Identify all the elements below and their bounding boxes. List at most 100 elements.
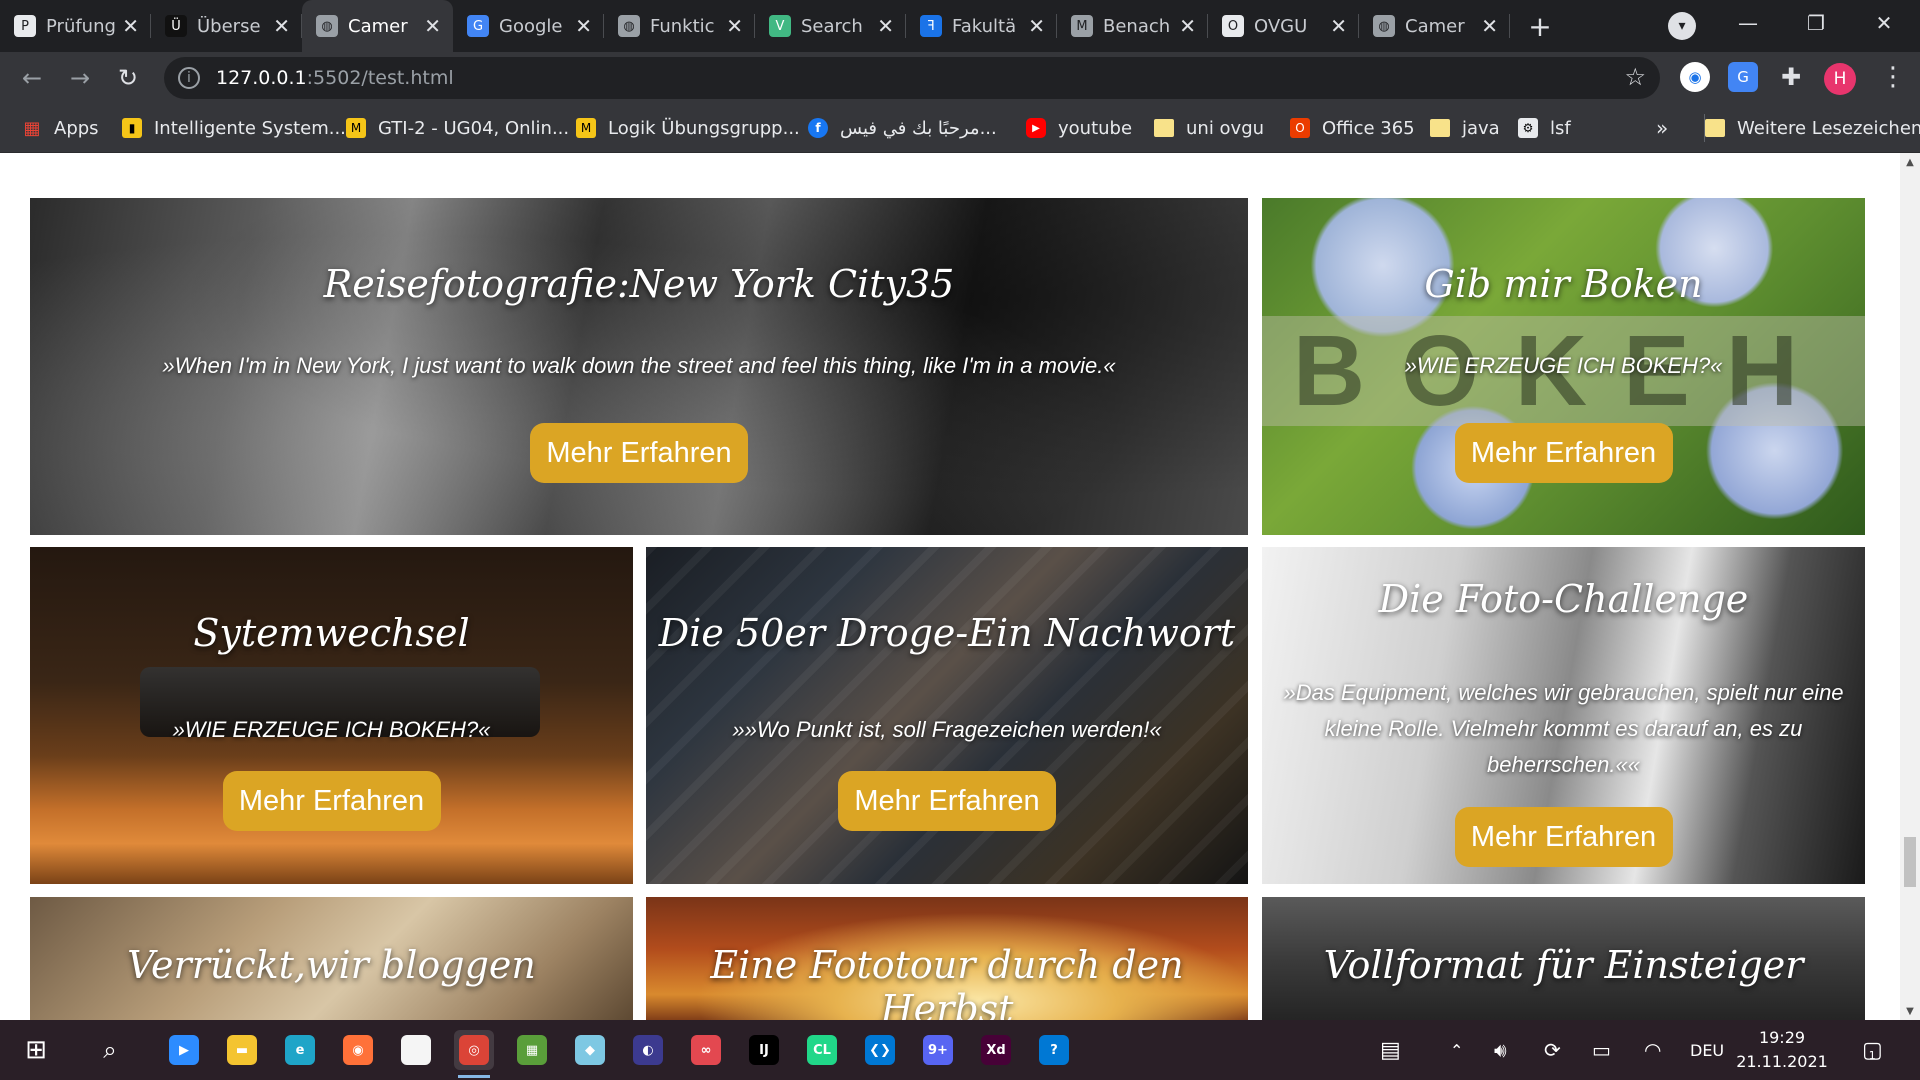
- bookmark-office365[interactable]: O Office 365: [1290, 114, 1415, 142]
- file-explorer-icon[interactable]: ▬: [222, 1030, 262, 1070]
- input-language[interactable]: DEU: [1690, 1020, 1724, 1080]
- mehr-erfahren-button[interactable]: Mehr Erfahren: [1454, 807, 1673, 867]
- clion-icon[interactable]: CL: [802, 1030, 842, 1070]
- extensions-puzzle-icon[interactable]: ✚: [1776, 62, 1806, 92]
- tab-search-button[interactable]: ▾: [1668, 12, 1696, 40]
- discord-icon[interactable]: 9+: [918, 1030, 958, 1070]
- scroll-up-arrow-icon[interactable]: ▲: [1900, 153, 1920, 171]
- back-button[interactable]: ←: [14, 60, 50, 96]
- card-title: Sytemwechsel: [193, 611, 470, 655]
- close-tab-icon[interactable]: ✕: [877, 14, 894, 38]
- bookmark-gti2[interactable]: M GTI-2 - UG04, Onlin...: [346, 114, 569, 142]
- bookmark-intelligente-systeme[interactable]: ▮ Intelligente System...: [122, 114, 346, 142]
- bookmark-apps[interactable]: ▦ Apps: [22, 114, 98, 142]
- browser-tab[interactable]: M Benach ✕: [1057, 0, 1208, 52]
- app-glyph: Xd: [981, 1035, 1011, 1065]
- profile-avatar[interactable]: H: [1824, 63, 1856, 95]
- bookmark-logik[interactable]: M Logik Übungsgrupp...: [576, 114, 800, 142]
- eclipse-icon[interactable]: ◐: [628, 1030, 668, 1070]
- vscode-icon[interactable]: ❮❯: [860, 1030, 900, 1070]
- close-tab-icon[interactable]: ✕: [726, 14, 743, 38]
- bookmark-lsf[interactable]: ⚙ lsf: [1518, 114, 1571, 142]
- zoom-icon[interactable]: ▶: [164, 1030, 204, 1070]
- close-tab-icon[interactable]: ✕: [1028, 14, 1045, 38]
- windows-start-icon[interactable]: ⊞: [16, 1030, 56, 1070]
- browser-tab[interactable]: V Search ✕: [755, 0, 906, 52]
- forward-button[interactable]: →: [62, 60, 98, 96]
- minecraft-icon[interactable]: ▦: [512, 1030, 552, 1070]
- active-app-indicator: [458, 1075, 490, 1078]
- card-title: Die 50er Droge-Ein Nachwort: [658, 611, 1236, 655]
- sync-icon[interactable]: ⟳: [1544, 1020, 1561, 1080]
- google-translate-extension-icon[interactable]: G: [1728, 62, 1758, 92]
- ovgu-icon: O: [1222, 15, 1244, 37]
- tab-list: P Prüfung ✕ Ü Überse ✕ ◍ Camer ✕ G Google ✕ ◍ Funktic…: [0, 0, 1510, 52]
- help-icon[interactable]: ?: [1034, 1030, 1074, 1070]
- news-widget-icon[interactable]: ▤: [1380, 1020, 1401, 1080]
- folder-icon: [1430, 119, 1450, 137]
- bookmark-facebook[interactable]: f مرحبًا بك في فيس...: [808, 114, 997, 142]
- tab-title: Funktic: [650, 15, 715, 37]
- extension-circle-icon[interactable]: ◉: [1680, 62, 1710, 92]
- browser-tab[interactable]: ◍ Funktic ✕: [604, 0, 755, 52]
- intellij-icon[interactable]: IJ: [744, 1030, 784, 1070]
- close-tab-icon[interactable]: ✕: [424, 14, 441, 38]
- firefox-icon[interactable]: ◉: [338, 1030, 378, 1070]
- close-tab-icon[interactable]: ✕: [575, 14, 592, 38]
- close-tab-icon[interactable]: ✕: [273, 14, 290, 38]
- mehr-erfahren-button[interactable]: Mehr Erfahren: [222, 771, 441, 831]
- browser-tab[interactable]: ꟻ Fakultä ✕: [906, 0, 1057, 52]
- new-tab-button[interactable]: +: [1520, 6, 1560, 46]
- cube-app-icon[interactable]: ◆: [570, 1030, 610, 1070]
- close-tab-icon[interactable]: ✕: [1481, 14, 1498, 38]
- browser-tab[interactable]: O OVGU ✕: [1208, 0, 1359, 52]
- close-tab-icon[interactable]: ✕: [122, 14, 139, 38]
- url-text[interactable]: 127.0.0.1:5502/test.html: [216, 67, 454, 89]
- close-tab-icon[interactable]: ✕: [1179, 14, 1196, 38]
- moodle-icon: M: [1071, 15, 1093, 37]
- mehr-erfahren-button[interactable]: Mehr Erfahren: [1454, 423, 1673, 483]
- browser-tab[interactable]: ◍ Camer ✕: [302, 0, 453, 52]
- show-hidden-icons[interactable]: ⌃: [1450, 1020, 1463, 1080]
- bookmark-youtube[interactable]: ▶ youtube: [1026, 114, 1132, 142]
- wifi-icon[interactable]: ◠: [1644, 1020, 1661, 1080]
- bookmark-folder-other[interactable]: Weitere Lesezeichen: [1704, 114, 1920, 142]
- bookmark-star-icon[interactable]: ☆: [1624, 63, 1646, 91]
- notepad-icon[interactable]: [396, 1030, 436, 1070]
- bookmark-folder-java[interactable]: java: [1430, 114, 1500, 142]
- scroll-down-arrow-icon[interactable]: ▼: [1900, 1002, 1920, 1020]
- bookmark-folder-uni-ovgu[interactable]: uni ovgu: [1154, 114, 1264, 142]
- facebook-icon: f: [808, 118, 828, 138]
- windows-taskbar: ⊞ ⌕ ▶ ▬ e ◉ ◎ ▦ ◆ ◐ ∞ IJ CL ❮❯ 9+ Xd? ▤ ⌃ 🔊︎ ⟳ ▭ ◠ DE…: [0, 1020, 1920, 1080]
- bookmark-label: uni ovgu: [1186, 117, 1265, 139]
- browser-tab[interactable]: P Prüfung ✕: [0, 0, 151, 52]
- folder-icon: [1705, 119, 1725, 137]
- address-bar[interactable]: i 127.0.0.1:5502/test.html ☆: [164, 57, 1660, 99]
- mehr-erfahren-button[interactable]: Mehr Erfahren: [530, 423, 748, 483]
- creative-cloud-icon[interactable]: ∞: [686, 1030, 726, 1070]
- adobe-xd-icon[interactable]: Xd: [976, 1030, 1016, 1070]
- card-title: Reisefotografie:New York City35: [323, 262, 955, 306]
- more-bookmarks-button[interactable]: »: [1656, 114, 1668, 142]
- system-clock[interactable]: 19:29 21.11.2021: [1732, 1026, 1832, 1074]
- battery-icon[interactable]: ▭: [1592, 1020, 1611, 1080]
- search-icon[interactable]: ⌕: [90, 1030, 130, 1070]
- browser-tab[interactable]: G Google ✕: [453, 0, 604, 52]
- site-info-icon[interactable]: i: [178, 67, 200, 89]
- browser-menu-icon[interactable]: ⋮: [1880, 62, 1906, 92]
- app-glyph: ▶: [169, 1035, 199, 1065]
- minimize-button[interactable]: —: [1714, 0, 1782, 46]
- window-close-button[interactable]: ✕: [1850, 0, 1918, 46]
- close-tab-icon[interactable]: ✕: [1330, 14, 1347, 38]
- edge-icon[interactable]: e: [280, 1030, 320, 1070]
- browser-tab[interactable]: Ü Überse ✕: [151, 0, 302, 52]
- volume-icon[interactable]: 🔊︎: [1494, 1020, 1507, 1080]
- scrollbar-thumb[interactable]: [1904, 837, 1916, 887]
- browser-tab[interactable]: ◍ Camer ✕: [1359, 0, 1510, 52]
- reload-button[interactable]: ↻: [110, 60, 146, 96]
- notifications-icon[interactable]: ▢ 1: [1862, 1020, 1883, 1080]
- page-scrollbar[interactable]: ▲ ▼: [1900, 153, 1920, 1020]
- restore-button[interactable]: ❐: [1782, 0, 1850, 46]
- chrome-icon[interactable]: ◎: [454, 1030, 494, 1078]
- mehr-erfahren-button[interactable]: Mehr Erfahren: [838, 771, 1056, 831]
